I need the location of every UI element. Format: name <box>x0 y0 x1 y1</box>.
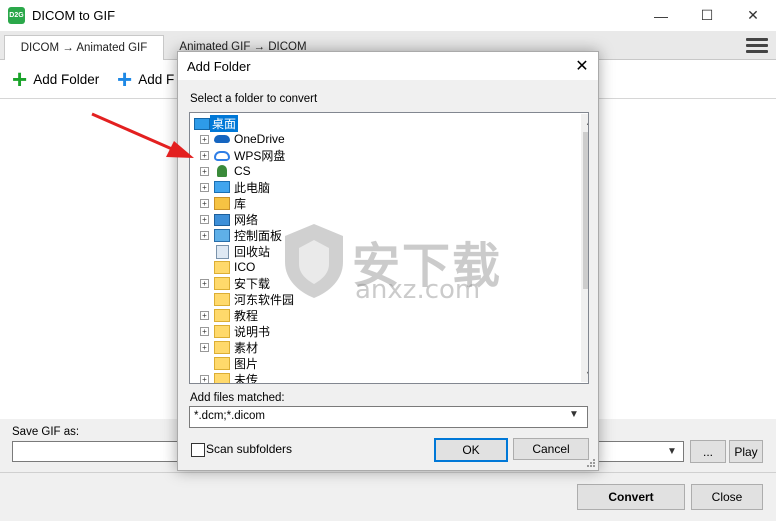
expand-icon[interactable]: + <box>200 135 209 144</box>
add-file-button[interactable]: + Add F <box>117 64 175 94</box>
expand-icon[interactable]: + <box>200 231 209 240</box>
expand-icon[interactable]: + <box>200 167 209 176</box>
scrollbar-thumb[interactable] <box>583 132 588 289</box>
app-icon: D2G <box>8 7 25 24</box>
folder-icon <box>214 293 230 306</box>
expand-icon[interactable]: + <box>200 375 209 383</box>
tree-item[interactable]: + 此电脑 <box>190 179 570 195</box>
folder-icon <box>214 261 230 274</box>
files-matched-value: *.dcm;*.dicom <box>194 410 265 422</box>
cancel-button[interactable]: Cancel <box>513 438 589 460</box>
folder-icon <box>214 357 230 370</box>
expand-icon[interactable]: + <box>200 327 209 336</box>
tree-item[interactable]: + 说明书 <box>190 323 570 339</box>
tree-item-label: OneDrive <box>234 132 285 146</box>
network-icon <box>214 214 230 226</box>
plus-icon: + <box>12 64 28 94</box>
expand-icon[interactable]: + <box>200 215 209 224</box>
scan-subfolders-checkbox[interactable] <box>191 443 205 457</box>
tree-item-label: 安下载 <box>234 276 271 291</box>
tab-dicom-to-gif[interactable]: DICOM → Animated GIF <box>4 35 164 60</box>
chevron-down-icon[interactable]: ▼ <box>664 442 680 460</box>
tree-item-label: 桌面 <box>210 114 239 132</box>
tree-item-label: 此电脑 <box>234 180 271 195</box>
dialog-prompt: Select a folder to convert <box>190 93 318 105</box>
tree-item-label: ICO <box>234 260 256 274</box>
files-matched-label: Add files matched: <box>190 392 285 404</box>
control-panel-icon <box>214 229 230 242</box>
tree-item-label: 回收站 <box>234 244 271 259</box>
expand-icon[interactable]: + <box>200 199 209 208</box>
ok-button[interactable]: OK <box>434 438 508 462</box>
play-button[interactable]: Play <box>729 440 763 463</box>
folder-icon <box>214 309 230 322</box>
tree-item[interactable]: + 库 <box>190 195 570 211</box>
files-matched-combobox[interactable]: *.dcm;*.dicom ▼ <box>189 406 588 428</box>
tree-item-label: 图片 <box>234 356 259 371</box>
save-gif-label: Save GIF as: <box>12 426 80 438</box>
tree-item[interactable]: + 网络 <box>190 211 570 227</box>
folder-icon <box>214 373 230 383</box>
plus-icon: + <box>117 64 133 94</box>
scroll-up-icon[interactable]: ▲ <box>581 114 588 130</box>
tree-item-label: 教程 <box>234 308 259 323</box>
watermark-domain: anxz.com <box>355 275 481 305</box>
tree-item-label: 未传 <box>234 372 259 384</box>
menu-icon[interactable] <box>746 36 768 54</box>
expand-icon[interactable]: + <box>200 183 209 192</box>
desktop-icon <box>194 118 210 130</box>
window-title: DICOM to GIF <box>32 8 116 23</box>
scan-subfolders-label[interactable]: Scan subfolders <box>206 442 292 456</box>
tree-item-label: CS <box>234 164 251 178</box>
folder-icon <box>214 277 230 290</box>
expand-icon[interactable]: + <box>200 151 209 160</box>
tree-item[interactable]: 图片 <box>190 355 570 371</box>
add-folder-button[interactable]: + Add Folder <box>12 64 100 94</box>
computer-icon <box>214 181 230 193</box>
tree-item-label: 素材 <box>234 340 259 355</box>
tree-item-label: 网络 <box>234 212 259 227</box>
library-icon <box>214 197 230 210</box>
tree-item[interactable]: + OneDrive <box>190 131 570 147</box>
chevron-down-icon[interactable]: ▼ <box>569 409 579 420</box>
close-button[interactable]: Close <box>691 484 763 510</box>
minimize-button[interactable]: — <box>638 0 684 31</box>
folder-icon <box>214 325 230 338</box>
browse-button[interactable]: ... <box>690 440 726 463</box>
add-folder-label: Add Folder <box>33 71 100 87</box>
onedrive-cloud-icon <box>214 135 230 143</box>
tree-item-label: 控制面板 <box>234 228 283 243</box>
tree-item[interactable]: + WPS网盘 <box>190 147 570 163</box>
tree-item[interactable]: + 教程 <box>190 307 570 323</box>
tree-item-label: 说明书 <box>234 324 271 339</box>
tree-item[interactable]: + 素材 <box>190 339 570 355</box>
folder-icon <box>214 341 230 354</box>
tree-item-label: 库 <box>234 196 247 211</box>
convert-button[interactable]: Convert <box>577 484 685 510</box>
dialog-close-icon[interactable]: ✕ <box>570 55 594 77</box>
tree-item-label: WPS网盘 <box>234 148 286 163</box>
dialog-title: Add Folder <box>187 59 251 74</box>
expand-icon[interactable]: + <box>200 311 209 320</box>
expand-icon[interactable]: + <box>200 279 209 288</box>
close-window-button[interactable]: ✕ <box>730 0 776 31</box>
recycle-bin-icon <box>216 245 229 259</box>
scroll-down-icon[interactable]: ▼ <box>581 366 588 382</box>
user-icon <box>217 165 227 177</box>
maximize-button[interactable]: ☐ <box>684 0 730 31</box>
tree-item[interactable]: 桌面 <box>190 114 570 132</box>
resize-grip-icon[interactable] <box>586 458 596 468</box>
tree-item[interactable]: + 未传 <box>190 371 570 384</box>
add-file-label: Add F <box>138 71 175 87</box>
watermark-shield-icon <box>285 224 343 298</box>
tree-scrollbar[interactable]: ▲ ▼ <box>581 114 588 382</box>
tree-item[interactable]: + CS <box>190 163 570 179</box>
expand-icon[interactable]: + <box>200 343 209 352</box>
wps-cloud-icon <box>214 151 230 161</box>
